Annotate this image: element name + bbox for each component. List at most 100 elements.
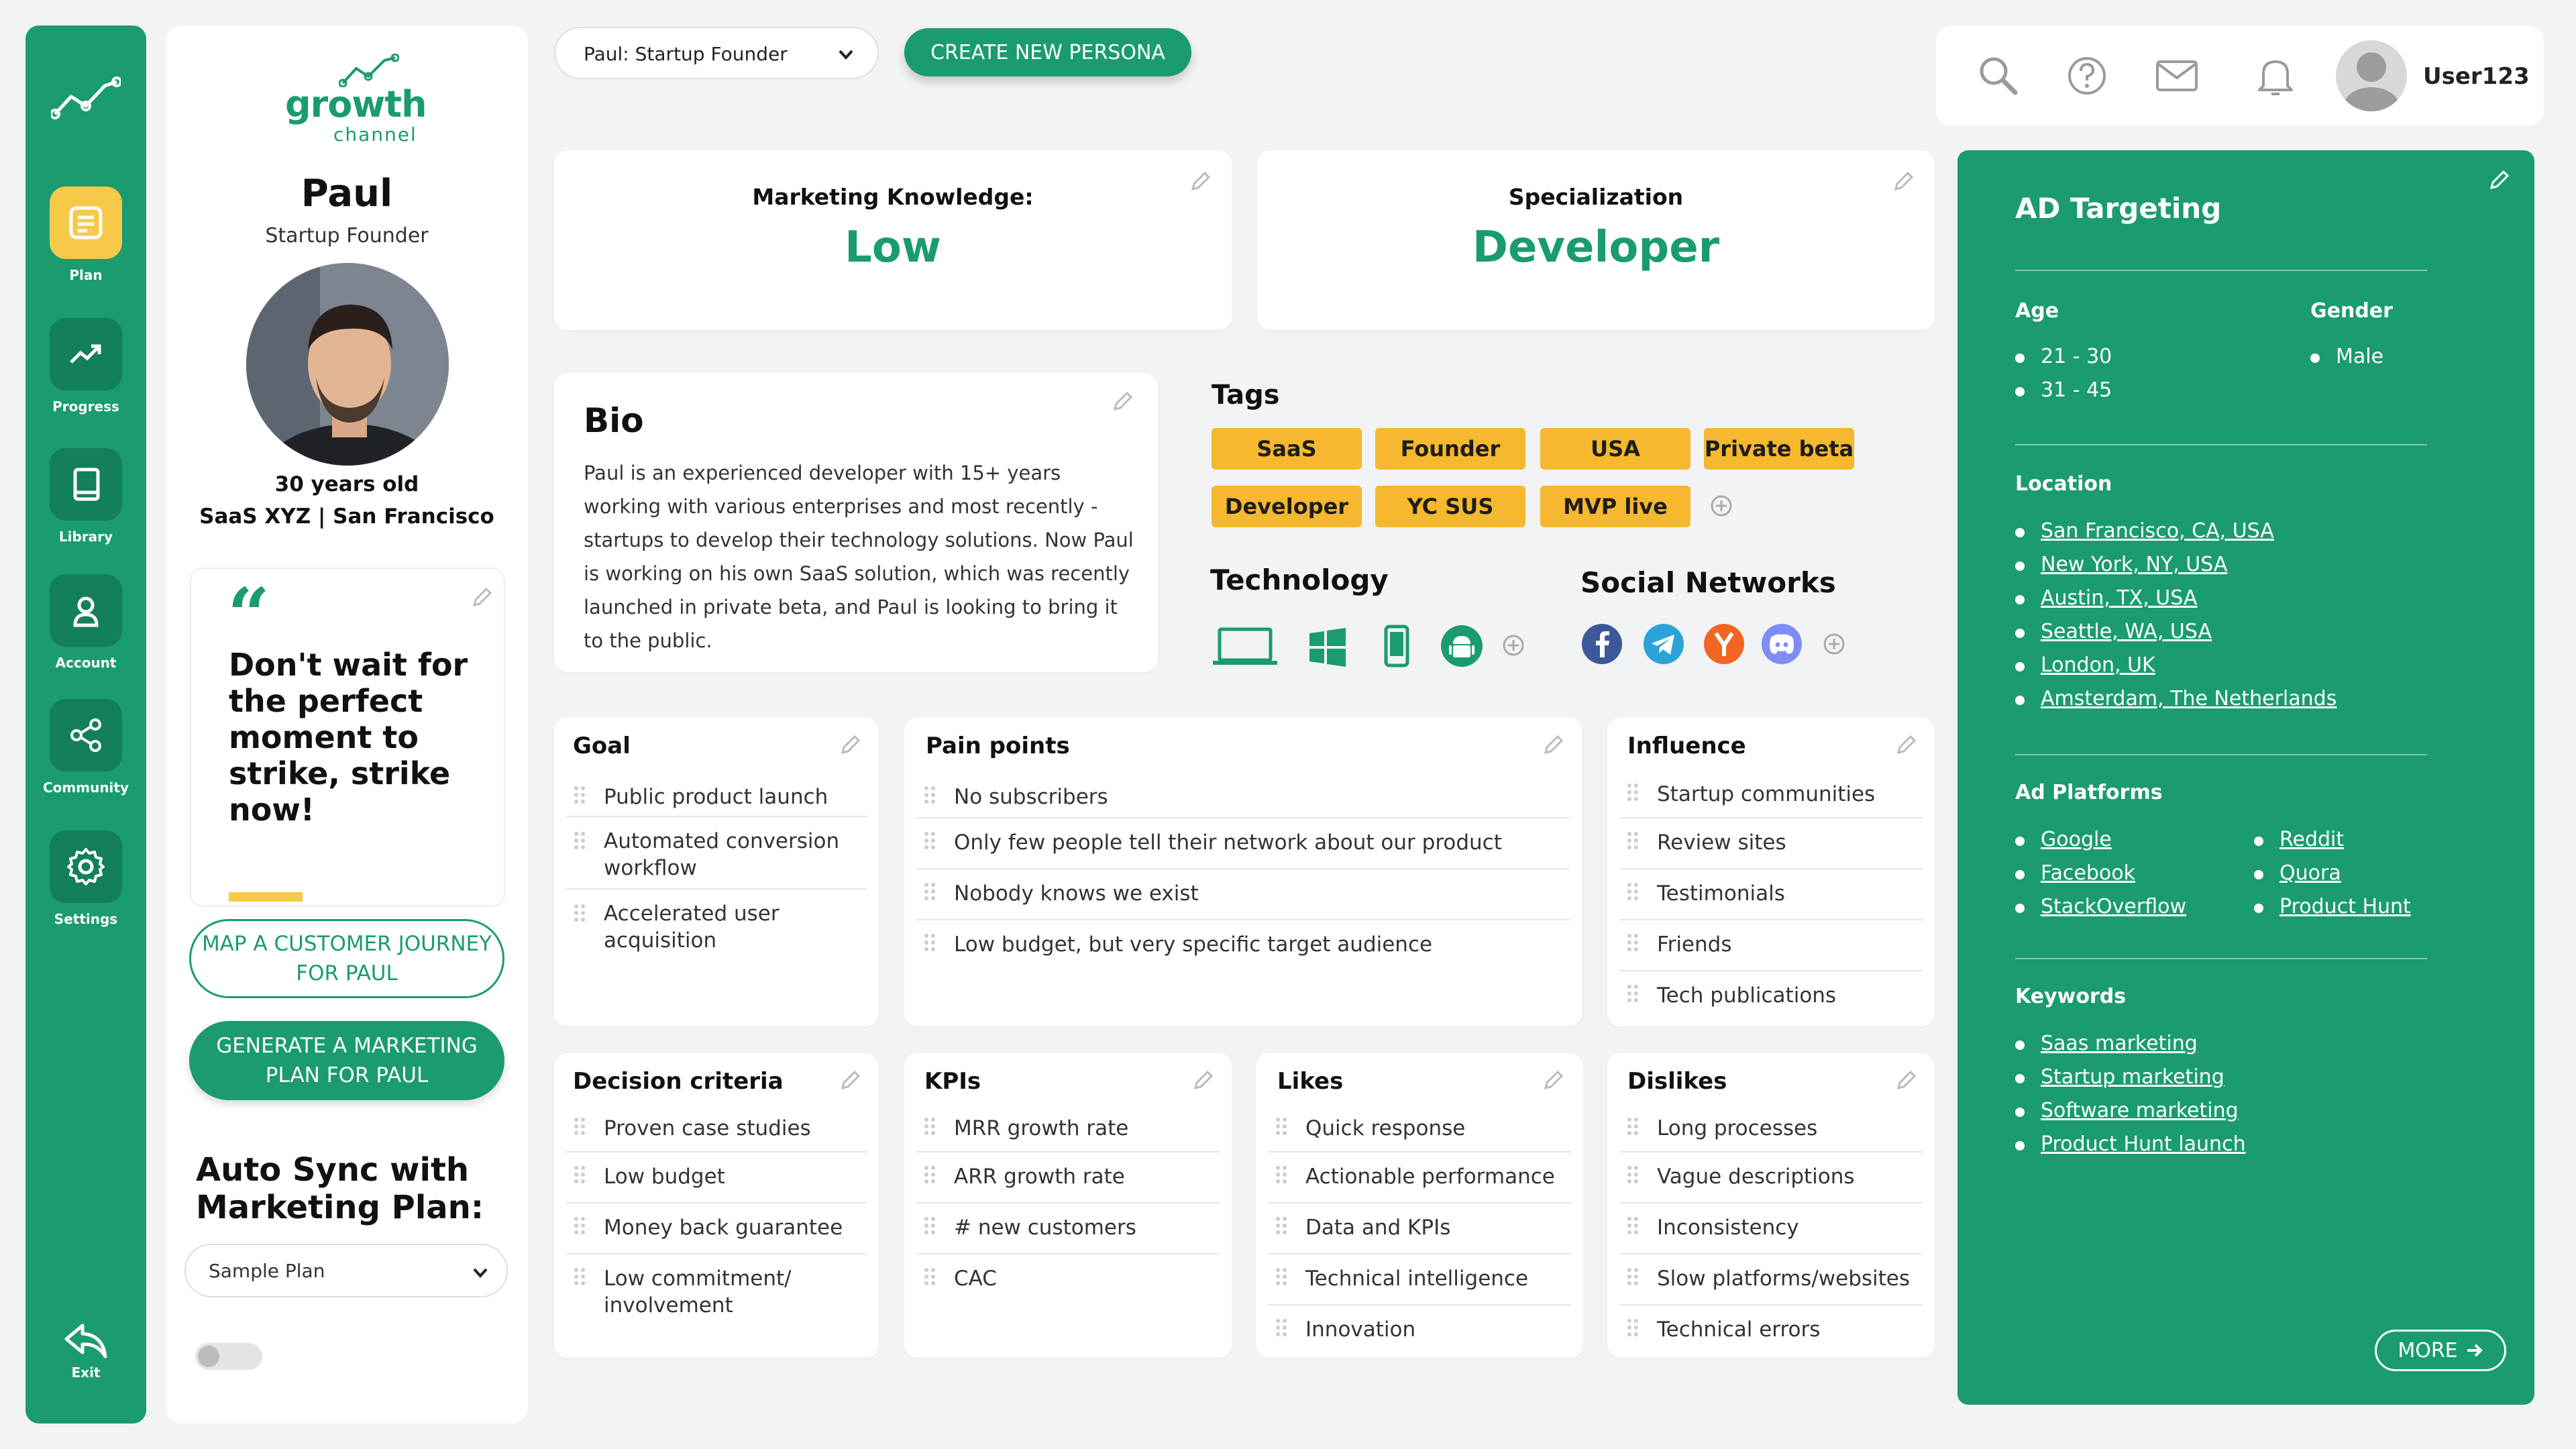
drag-handle-icon[interactable]: [1626, 1216, 1640, 1236]
list-item[interactable]: Automated conversion workflow: [566, 825, 867, 890]
drag-handle-icon[interactable]: [1626, 881, 1640, 902]
list-item[interactable]: Review sites: [1619, 825, 1923, 869]
drag-handle-icon[interactable]: [573, 830, 586, 851]
user-avatar[interactable]: [2336, 40, 2407, 111]
drag-handle-icon[interactable]: [923, 932, 936, 953]
add-technology-icon[interactable]: [1501, 633, 1525, 657]
drag-handle-icon[interactable]: [1275, 1267, 1288, 1287]
list-item[interactable]: Friends: [1619, 927, 1923, 971]
platform-link[interactable]: Facebook: [2015, 861, 2135, 885]
keyword-link[interactable]: Saas marketing: [2015, 1032, 2198, 1055]
tag[interactable]: YC SUS: [1375, 486, 1525, 527]
list-item[interactable]: Public product launch: [566, 780, 867, 817]
drag-handle-icon[interactable]: [923, 1116, 936, 1136]
drag-handle-icon[interactable]: [573, 903, 586, 923]
list-item[interactable]: No subscribers: [916, 780, 1570, 818]
drag-handle-icon[interactable]: [573, 1165, 586, 1185]
drag-handle-icon[interactable]: [923, 1165, 936, 1185]
edit-pencil-icon[interactable]: [1189, 170, 1212, 193]
platform-link[interactable]: Google: [2015, 828, 2112, 851]
drag-handle-icon[interactable]: [1626, 1116, 1640, 1136]
list-item[interactable]: Long processes: [1619, 1111, 1923, 1152]
edit-pencil-icon[interactable]: [1191, 1069, 1214, 1092]
list-item[interactable]: CAC: [916, 1261, 1220, 1303]
drag-handle-icon[interactable]: [573, 785, 586, 805]
persona-select[interactable]: Paul: Startup Founder: [554, 27, 879, 79]
drag-handle-icon[interactable]: [1626, 1267, 1640, 1287]
more-button[interactable]: MORE: [2375, 1330, 2506, 1371]
edit-pencil-icon[interactable]: [1111, 390, 1134, 413]
list-item[interactable]: Inconsistency: [1619, 1210, 1923, 1254]
keyword-link[interactable]: Product Hunt launch: [2015, 1132, 2246, 1156]
drag-handle-icon[interactable]: [573, 1216, 586, 1236]
list-item[interactable]: Testimonials: [1619, 876, 1923, 920]
drag-handle-icon[interactable]: [1275, 1165, 1288, 1185]
nav-item-community[interactable]: Community: [25, 699, 146, 796]
add-tag-icon[interactable]: [1709, 494, 1733, 518]
list-item[interactable]: Quick response: [1268, 1111, 1571, 1152]
list-item[interactable]: # new customers: [916, 1210, 1220, 1254]
edit-pencil-icon[interactable]: [1542, 1069, 1564, 1092]
drag-handle-icon[interactable]: [923, 830, 936, 851]
list-item[interactable]: Low budget, but very specific target aud…: [916, 927, 1570, 971]
nav-item-account[interactable]: Account: [25, 574, 146, 671]
drag-handle-icon[interactable]: [1626, 932, 1640, 953]
username[interactable]: User123: [2423, 63, 2530, 90]
tag[interactable]: SaaS: [1212, 428, 1362, 470]
platform-link[interactable]: StackOverflow: [2015, 895, 2186, 918]
edit-pencil-icon[interactable]: [1894, 1069, 1917, 1092]
drag-handle-icon[interactable]: [1275, 1116, 1288, 1136]
drag-handle-icon[interactable]: [923, 785, 936, 805]
nav-item-settings[interactable]: Settings: [25, 830, 146, 927]
list-item[interactable]: Technical errors: [1619, 1312, 1923, 1352]
list-item[interactable]: Startup communities: [1619, 777, 1923, 818]
list-item[interactable]: Innovation: [1268, 1312, 1571, 1352]
edit-pencil-icon[interactable]: [470, 586, 493, 609]
tag[interactable]: USA: [1540, 428, 1690, 470]
list-item[interactable]: Proven case studies: [566, 1111, 867, 1152]
platform-link[interactable]: Reddit: [2254, 828, 2344, 851]
drag-handle-icon[interactable]: [1626, 983, 1640, 1004]
list-item[interactable]: Low commitment/ involvement: [566, 1261, 867, 1326]
mail-icon[interactable]: [2155, 59, 2199, 93]
map-journey-button[interactable]: MAP A CUSTOMER JOURNEY FOR PAUL: [189, 919, 504, 998]
keyword-link[interactable]: Software marketing: [2015, 1099, 2239, 1122]
location-link[interactable]: Amsterdam, The Netherlands: [2015, 687, 2337, 710]
platform-link[interactable]: Quora: [2254, 861, 2341, 885]
bell-icon[interactable]: [2255, 55, 2296, 98]
keyword-link[interactable]: Startup marketing: [2015, 1065, 2224, 1089]
list-item[interactable]: Vague descriptions: [1619, 1159, 1923, 1203]
tag[interactable]: Developer: [1212, 486, 1362, 527]
tag[interactable]: Private beta: [1704, 428, 1854, 470]
drag-handle-icon[interactable]: [1626, 782, 1640, 802]
list-item[interactable]: Money back guarantee: [566, 1210, 867, 1254]
list-item[interactable]: Nobody knows we exist: [916, 876, 1570, 920]
location-link[interactable]: London, UK: [2015, 653, 2155, 677]
generate-plan-button[interactable]: GENERATE A MARKETING PLAN FOR PAUL: [189, 1021, 504, 1100]
add-social-icon[interactable]: [1822, 632, 1846, 656]
location-link[interactable]: Seattle, WA, USA: [2015, 620, 2212, 643]
edit-pencil-icon[interactable]: [839, 734, 861, 757]
drag-handle-icon[interactable]: [1626, 1318, 1640, 1338]
list-item[interactable]: Only few people tell their network about…: [916, 825, 1570, 869]
nav-item-library[interactable]: Library: [25, 448, 146, 545]
list-item[interactable]: Data and KPIs: [1268, 1210, 1571, 1254]
drag-handle-icon[interactable]: [923, 1267, 936, 1287]
nav-item-progress[interactable]: Progress: [25, 318, 146, 415]
help-icon[interactable]: [2066, 55, 2108, 97]
platform-link[interactable]: Product Hunt: [2254, 895, 2411, 918]
drag-handle-icon[interactable]: [923, 881, 936, 902]
tag[interactable]: Founder: [1375, 428, 1525, 470]
edit-pencil-icon[interactable]: [2487, 169, 2510, 192]
list-item[interactable]: Low budget: [566, 1159, 867, 1203]
location-link[interactable]: Austin, TX, USA: [2015, 586, 2197, 610]
list-item[interactable]: Accelerated user acquisition: [566, 898, 867, 962]
search-icon[interactable]: [1976, 54, 2021, 98]
list-item[interactable]: MRR growth rate: [916, 1111, 1220, 1152]
drag-handle-icon[interactable]: [573, 1116, 586, 1136]
drag-handle-icon[interactable]: [573, 1267, 586, 1287]
list-item[interactable]: Technical intelligence: [1268, 1261, 1571, 1305]
drag-handle-icon[interactable]: [923, 1216, 936, 1236]
auto-sync-toggle[interactable]: [195, 1343, 262, 1370]
nav-item-plan[interactable]: Plan: [25, 186, 146, 283]
